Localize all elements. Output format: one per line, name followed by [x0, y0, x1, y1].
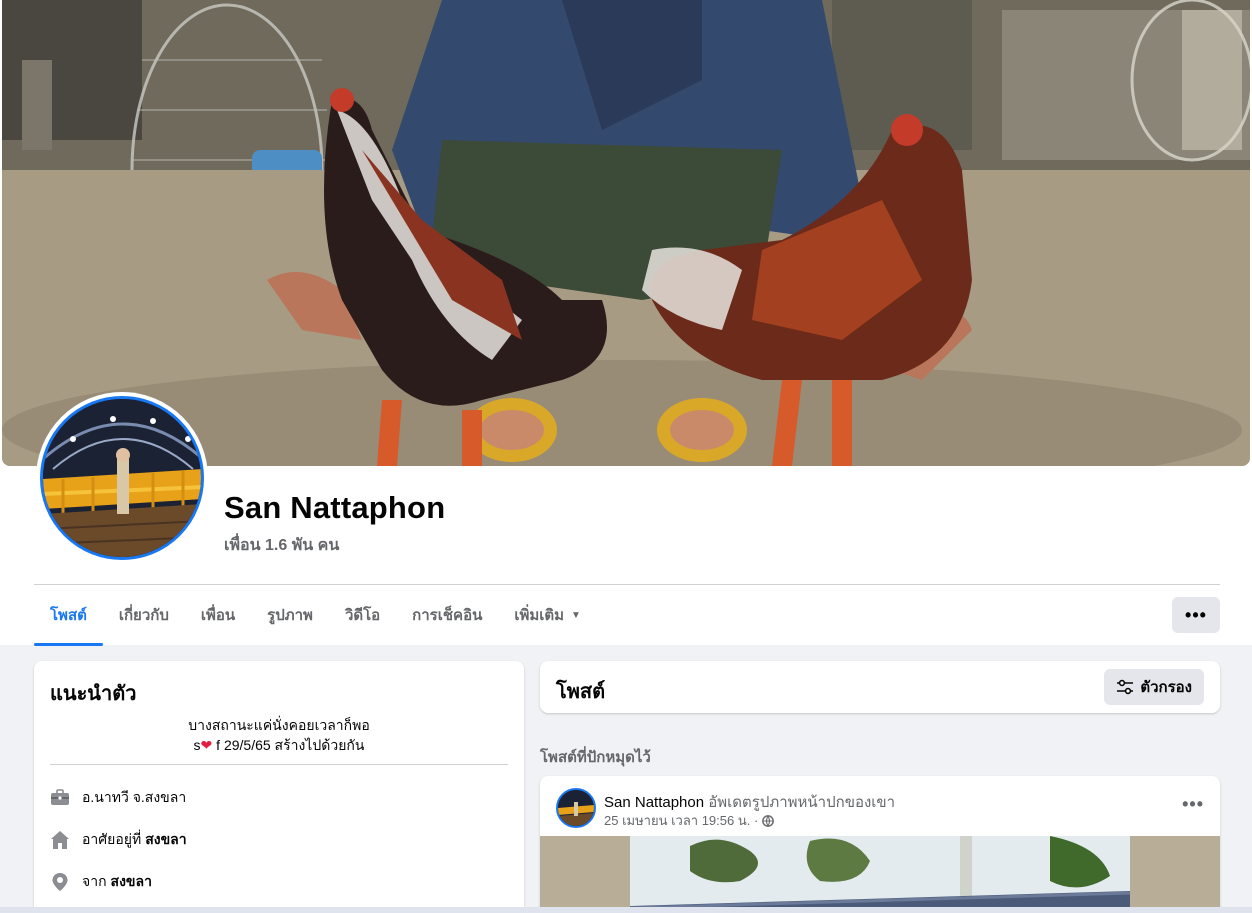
tab-friends[interactable]: เพื่อน [185, 586, 251, 644]
tab-label: เพิ่มเติม [514, 607, 565, 624]
heart-icon: ❤ [200, 737, 213, 753]
filter-sliders-icon [1116, 679, 1134, 695]
from-city[interactable]: สงขลา [111, 871, 152, 893]
pinned-post-card: San Nattaphon อัพเดตรูปภาพหน้าปกของเขา 2… [540, 776, 1220, 913]
post-timestamp[interactable]: 25 เมษายน เวลา 19:56 น. · [604, 810, 758, 831]
tab-label: เพื่อน [200, 607, 236, 624]
post-photo [630, 836, 1130, 913]
briefcase-icon [50, 788, 70, 808]
bio-line-2-prefix: s [193, 737, 201, 753]
cover-photo-illustration [2, 0, 1250, 466]
from-prefix: จาก [82, 873, 107, 889]
tab-posts[interactable]: โพสต์ [34, 586, 103, 646]
location-pin-icon [50, 872, 70, 892]
post-meta: 25 เมษายน เวลา 19:56 น. · [604, 810, 775, 831]
intro-card: แนะนำตัว บางสถานะแค่นั่งคอยเวลาก็พอ s❤ f… [34, 661, 524, 913]
profile-name: San Nattaphon [224, 490, 446, 525]
filter-button[interactable]: ตัวกรอง [1104, 669, 1204, 705]
filter-label: ตัวกรอง [1140, 679, 1192, 696]
intro-lives-row: อาศัยอยู่ที่ สงขลา [50, 829, 187, 851]
tab-videos[interactable]: วิดีโอ [329, 586, 396, 644]
tab-photos[interactable]: รูปภาพ [251, 586, 329, 644]
tab-label: เกี่ยวกับ [118, 607, 169, 624]
window-bottom-edge [0, 907, 1252, 913]
tab-about[interactable]: เกี่ยวกับ [103, 586, 185, 644]
profile-avatar[interactable] [36, 392, 208, 564]
bio: บางสถานะแค่นั่งคอยเวลาก็พอ s❤ f 29/5/65 … [50, 715, 508, 755]
posts-title: โพสต์ [556, 681, 606, 703]
post-image[interactable] [540, 836, 1220, 913]
post-author-name[interactable]: San Nattaphon [604, 794, 704, 811]
post-avatar-illustration [558, 790, 594, 826]
tab-label: รูปภาพ [267, 607, 313, 624]
posts-header-card: โพสต์ ตัวกรอง [540, 661, 1220, 713]
tab-more[interactable]: เพิ่มเติม ▼ [498, 586, 597, 644]
bio-line-2: s❤ f 29/5/65 สร้างไปด้วยกัน [50, 735, 508, 755]
profile-more-button[interactable]: ••• [1172, 597, 1220, 633]
avatar-photo [40, 396, 204, 560]
header-divider [34, 584, 1220, 585]
tab-label: วิดีโอ [344, 607, 381, 624]
post-author-avatar[interactable] [556, 788, 596, 828]
bio-line-2-suffix: f 29/5/65 สร้างไปด้วยกัน [212, 737, 365, 753]
tab-label: การเช็คอิน [412, 607, 483, 624]
profile-tabs: โพสต์ เกี่ยวกับ เพื่อน รูปภาพ วิดีโอ การ… [34, 586, 597, 646]
post-action-text: อัพเดตรูปภาพหน้าปกของเขา [708, 794, 896, 811]
pinned-posts-label: โพสต์ที่ปักหมุดไว้ [540, 749, 651, 766]
lives-city[interactable]: สงขลา [145, 829, 186, 851]
cover-photo[interactable] [2, 0, 1250, 466]
avatar-illustration [43, 399, 201, 557]
friends-count[interactable]: เพื่อน 1.6 พัน คน [224, 533, 339, 558]
work-text: อ.นาทวี จ.สงขลา [82, 789, 187, 805]
intro-from-row: จาก สงขลา [50, 871, 152, 893]
bio-divider [50, 764, 508, 765]
tab-label: โพสต์ [50, 607, 87, 624]
globe-icon [762, 814, 775, 827]
post-options-button[interactable]: ••• [1182, 794, 1204, 815]
lives-prefix: อาศัยอยู่ที่ [82, 831, 142, 847]
intro-work-row: อ.นาทวี จ.สงขลา [50, 787, 186, 809]
tab-checkins[interactable]: การเช็คอิน [396, 586, 498, 644]
home-icon [50, 830, 70, 850]
intro-title: แนะนำตัว [50, 683, 137, 705]
bio-line-1: บางสถานะแค่นั่งคอยเวลาก็พอ [188, 717, 370, 733]
chevron-down-icon: ▼ [571, 609, 581, 621]
post-photo-illustration [630, 836, 1130, 913]
